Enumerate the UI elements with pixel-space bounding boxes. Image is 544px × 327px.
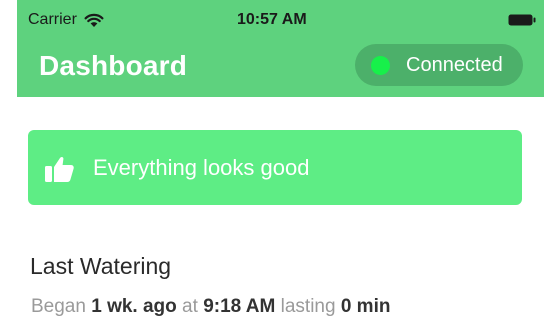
battery-icon <box>508 14 536 26</box>
carrier-label: Carrier <box>28 11 77 28</box>
carrier-indicator: Carrier <box>28 11 105 29</box>
watering-time-value: 9:18 AM <box>203 296 276 317</box>
began-label: Began <box>31 296 86 317</box>
screen: Carrier 10:57 AM Dashboard Connected Eve… <box>0 0 544 327</box>
status-banner: Everything looks good <box>28 130 522 205</box>
clock: 10:57 AM <box>237 11 307 28</box>
began-value: 1 wk. ago <box>91 296 177 317</box>
at-label: at <box>182 296 198 317</box>
connection-status-label: Connected <box>406 53 503 76</box>
last-watering-details: Began 1 wk. ago at 9:18 AM lasting 0 min <box>31 296 390 318</box>
page-title: Dashboard <box>39 50 188 81</box>
status-bar: Carrier 10:57 AM <box>17 0 544 40</box>
header-bar: Carrier 10:57 AM Dashboard Connected <box>17 0 544 97</box>
connection-status-dot <box>371 55 390 75</box>
connection-status-button[interactable]: Connected <box>355 44 523 86</box>
watering-duration-value: 0 min <box>340 296 391 317</box>
wifi-icon <box>84 13 104 27</box>
thumbs-up-icon <box>45 156 74 182</box>
status-banner-text: Everything looks good <box>93 154 310 180</box>
lasting-label: lasting <box>280 296 336 317</box>
last-watering-heading: Last Watering <box>30 253 172 279</box>
